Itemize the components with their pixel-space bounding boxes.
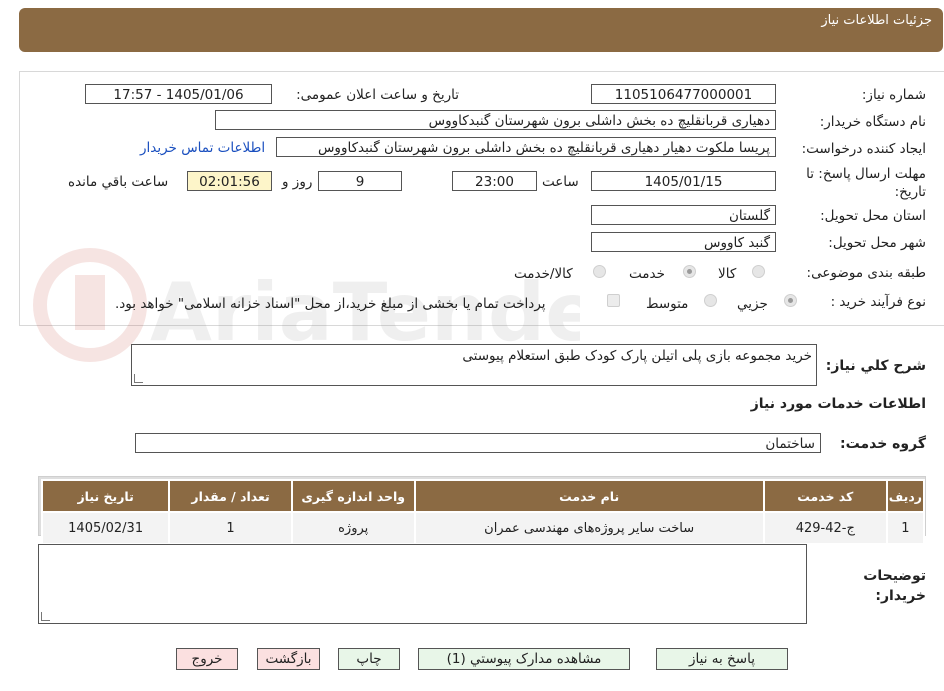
view-attachments-button[interactable]: مشاهده مدارک پیوستي (1) [418, 648, 630, 670]
col-service-name: نام خدمت [413, 479, 765, 513]
process-label: نوع فرآیند خرید : [830, 294, 926, 310]
treasury-checkbox[interactable] [607, 294, 620, 307]
service-group-label: گروه خدمت: [840, 436, 926, 452]
cell-unit: پروژه [290, 511, 416, 545]
summary-label: شرح کلي نیاز: [825, 358, 926, 374]
col-quantity: تعداد / مقدار [168, 479, 293, 513]
cell-row: 1 [885, 511, 926, 545]
page-title: جزئیات اطلاعات نیاز [821, 13, 932, 28]
announce-label: تاریخ و ساعت اعلان عمومی: [296, 87, 459, 103]
services-section-title: اطلاعات خدمات مورد نیاز [750, 396, 926, 412]
notes-textarea[interactable] [38, 544, 807, 624]
page-header [19, 8, 943, 52]
col-service-code: کد خدمت [762, 479, 888, 513]
time-label: ساعت [542, 174, 579, 190]
table-row: 1 ج-42-429 ساخت سایر پروژه‌های مهندسی عم… [40, 511, 926, 545]
process-option-medium: متوسط [646, 296, 689, 312]
creator-label: ایجاد کننده درخواست: [801, 141, 926, 157]
notes-label: توضیحات خریدار: [863, 568, 926, 604]
payment-note: پرداخت تمام یا بخشی از مبلغ خرید،از محل … [115, 296, 546, 312]
col-unit: واحد اندازه گیری [290, 479, 416, 513]
cell-quantity: 1 [168, 511, 293, 545]
province-label: استان محل تحویل: [820, 208, 926, 224]
need-number-label: شماره نیاز: [861, 87, 926, 103]
process-radio-medium[interactable] [704, 294, 717, 307]
resize-grip-icon[interactable] [134, 374, 143, 383]
exit-button[interactable]: خروج [176, 648, 238, 670]
col-need-date: تاریخ نیاز [40, 479, 171, 513]
category-radio-goods-service[interactable] [593, 265, 606, 278]
city-field: گنبد کاووس [591, 232, 776, 252]
creator-field: پریسا ملکوت دهیار دهیاری قربانقلیچ ده بخ… [276, 137, 776, 157]
category-option-service: خدمت [629, 266, 665, 282]
days-field: 9 [318, 171, 402, 191]
summary-text: خرید مجموعه بازی پلی اتیلن پارک کودک طبق… [462, 348, 812, 364]
deadline-time-field: 23:00 [452, 171, 537, 191]
summary-textarea[interactable]: خرید مجموعه بازی پلی اتیلن پارک کودک طبق… [131, 344, 817, 386]
cell-need-date: 1405/02/31 [40, 511, 171, 545]
buyer-org-field: دهیاری قربانقلیچ ده بخش داشلی برون شهرست… [215, 110, 776, 130]
buyer-org-label: نام دستگاه خریدار: [819, 114, 926, 130]
process-option-minor: جزيي [737, 296, 768, 312]
province-field: گلستان [591, 205, 776, 225]
reply-button[interactable]: پاسخ به نیاز [656, 648, 788, 670]
remaining-label: ساعت باقي مانده [68, 174, 169, 190]
back-button[interactable]: بازگشت [257, 648, 320, 670]
category-radio-goods[interactable] [752, 265, 765, 278]
category-label: طبقه بندی موضوعی: [806, 265, 926, 281]
deadline-date-field: 1405/01/15 [591, 171, 776, 191]
city-label: شهر محل تحویل: [828, 235, 926, 251]
notes-resize-grip-icon[interactable] [41, 612, 50, 621]
services-table-header: ردیف کد خدمت نام خدمت واحد اندازه گیری ت… [40, 479, 926, 513]
category-option-goods: کالا [718, 266, 737, 282]
days-label: روز و [282, 174, 313, 190]
service-group-field: ساختمان [135, 433, 821, 453]
print-button[interactable]: چاپ [338, 648, 400, 670]
deadline-label: مهلت ارسال پاسخ: تا تاریخ: [806, 166, 926, 200]
col-row: ردیف [885, 479, 926, 513]
contact-buyer-link[interactable]: اطلاعات تماس خریدار [140, 140, 265, 156]
remaining-time-field: 02:01:56 [187, 171, 272, 191]
services-table: ردیف کد خدمت نام خدمت واحد اندازه گیری ت… [40, 479, 926, 545]
category-radio-service[interactable] [683, 265, 696, 278]
services-table-wrapper: ردیف کد خدمت نام خدمت واحد اندازه گیری ت… [38, 476, 926, 545]
cell-service-code: ج-42-429 [762, 511, 888, 545]
cell-service-name: ساخت سایر پروژه‌های مهندسی عمران [413, 511, 765, 545]
need-number-field: 1105106477000001 [591, 84, 776, 104]
announce-field: 1405/01/06 - 17:57 [85, 84, 272, 104]
process-radio-minor[interactable] [784, 294, 797, 307]
category-option-goods-service: کالا/خدمت [514, 266, 573, 282]
